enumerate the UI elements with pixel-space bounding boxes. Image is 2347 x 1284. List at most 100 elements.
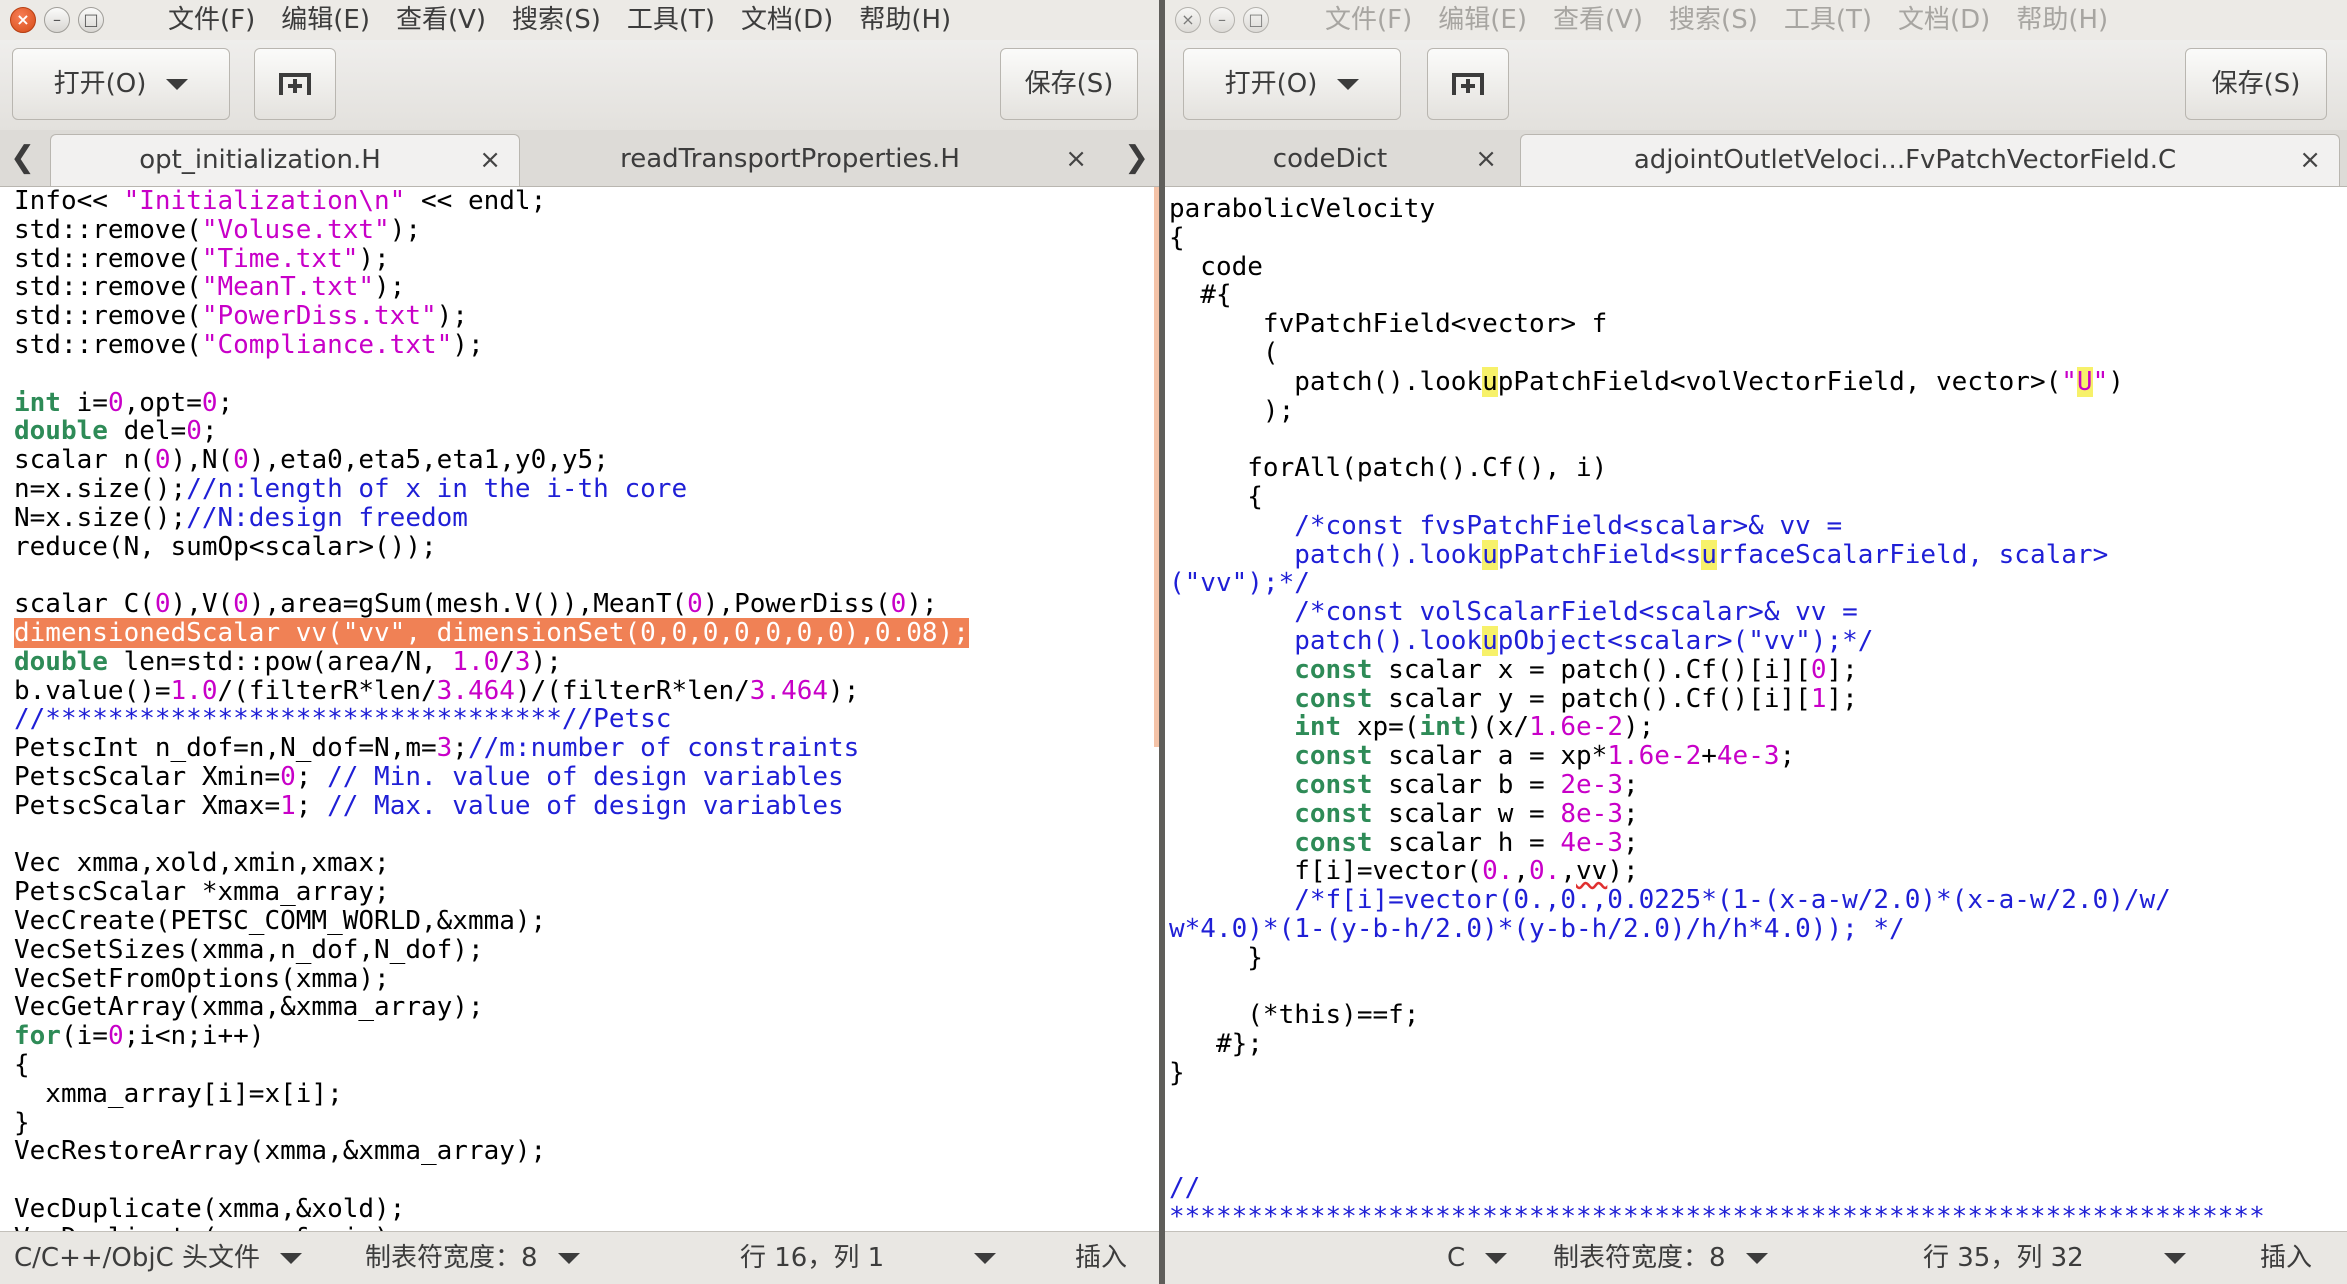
minimize-icon[interactable]: – [44,7,70,33]
code-line[interactable]: ****************************************… [1169,1202,2347,1232]
code-line[interactable]: f[i]=vector(0.,0.,vv); [1169,857,2347,886]
menu-documents[interactable]: 文档(D) [741,0,833,40]
code-line[interactable]: n=x.size();//n:length of x in the i-th c… [14,475,1159,504]
menu-search[interactable]: 搜索(S) [1669,0,1758,40]
code-line[interactable]: VecCreate(PETSC_COMM_WORLD,&xmma); [14,907,1159,936]
new-tab-button[interactable] [1427,48,1509,120]
code-line[interactable]: VecSetFromOptions(xmma); [14,964,1159,994]
maximize-icon[interactable]: □ [78,7,104,33]
tab-code-dict[interactable]: codeDict × [1195,134,1515,186]
save-button[interactable]: 保存(S) [2185,48,2327,120]
code-line[interactable]: PetscScalar *xmma_array; [14,878,1159,907]
code-line[interactable]: /*const fvsPatchField<scalar>& vv = [1169,511,2347,541]
code-line[interactable]: N=x.size();//N:design freedom [14,503,1159,533]
code-line[interactable]: const scalar b = 2e-3; [1169,771,2347,800]
save-button[interactable]: 保存(S) [1000,48,1138,120]
menu-edit[interactable]: 编辑(E) [1438,0,1527,40]
code-line[interactable] [1169,973,2347,1002]
code-line[interactable]: scalar n(0),N(0),eta0,eta5,eta1,y0,y5; [14,446,1159,475]
code-line[interactable] [1169,1117,2347,1146]
code-line[interactable]: Info<< "Initialization\n" << endl; [14,187,1159,216]
code-line[interactable]: double len=std::pow(area/N, 1.0/3); [14,647,1159,677]
close-tab-icon[interactable]: × [1475,134,1497,184]
code-line[interactable]: fvPatchField<vector> f [1169,310,2347,339]
code-line[interactable]: { [14,1051,1159,1080]
close-icon[interactable]: × [10,7,36,33]
code-line[interactable]: for(i=0;i<n;i++) [14,1022,1159,1051]
chevron-right-icon[interactable]: ❯ [1124,140,1149,176]
menu-documents[interactable]: 文档(D) [1898,0,1990,40]
code-line[interactable]: b.value()=1.0/(filterR*len/3.464)/(filte… [14,676,1159,706]
tab-read-transport-properties[interactable]: readTransportProperties.H × [525,134,1105,186]
menu-help[interactable]: 帮助(H) [2016,0,2108,40]
code-line[interactable]: } [1169,943,2347,973]
code-line[interactable]: scalar C(0),V(0),area=gSum(mesh.V()),Mea… [14,590,1159,619]
code-line[interactable]: parabolicVelocity [1169,195,2347,224]
language-selector[interactable]: C [1447,1232,1508,1284]
chevron-left-icon[interactable]: ❮ [10,140,35,176]
code-line[interactable]: const scalar w = 8e-3; [1169,799,2347,829]
code-line[interactable]: patch().lookupPatchField<surfaceScalarFi… [1169,539,2347,570]
code-line[interactable]: std::remove("MeanT.txt"); [14,273,1159,302]
menu-file[interactable]: 文件(F) [168,0,255,40]
code-line[interactable] [14,821,1159,850]
close-icon[interactable]: × [1175,7,1201,33]
tab-width-selector[interactable]: 制表符宽度：8 [365,1232,580,1284]
insert-mode[interactable]: 插入 [1075,1232,1127,1284]
code-line[interactable]: double del=0; [14,417,1159,446]
code-line[interactable]: { [1169,223,2347,253]
code-line[interactable]: PetscInt n_dof=n,N_dof=N,m=3;//m:number … [14,734,1159,763]
code-line[interactable]: forAll(patch().Cf(), i) [1169,454,2347,483]
code-line[interactable]: int i=0,opt=0; [14,388,1159,418]
code-line[interactable]: std::remove("PowerDiss.txt"); [14,302,1159,331]
code-line[interactable] [1169,1145,2347,1174]
code-line[interactable]: dimensionedScalar vv("vv", dimensionSet(… [14,617,1159,648]
code-line[interactable]: ); [1169,396,2347,426]
menu-tools[interactable]: 工具(T) [1784,0,1872,40]
code-line[interactable]: } [1169,1059,2347,1088]
menu-view[interactable]: 查看(V) [1553,0,1643,40]
cursor-position[interactable]: 行 16，列 1 [740,1232,997,1284]
menu-search[interactable]: 搜索(S) [512,0,601,40]
code-line[interactable]: const scalar a = xp*1.6e-2+4e-3; [1169,742,2347,771]
code-line[interactable]: #}; [1169,1030,2347,1059]
code-line[interactable]: PetscScalar Xmin=0; // Min. value of des… [14,763,1159,792]
menu-edit[interactable]: 编辑(E) [281,0,370,40]
code-line[interactable] [1169,425,2347,454]
code-line[interactable]: //*********************************//Pet… [14,705,1159,734]
cursor-position[interactable]: 行 35，列 32 [1923,1232,2186,1284]
code-line[interactable]: code [1169,252,2347,282]
insert-mode[interactable]: 插入 [2260,1232,2312,1284]
code-editor[interactable]: Info<< "Initialization\n" << endl; std::r… [0,187,1159,1232]
code-line[interactable] [1169,1088,2347,1117]
code-line[interactable]: ("vv");*/ [1169,569,2347,598]
code-line[interactable] [14,1166,1159,1195]
menu-help[interactable]: 帮助(H) [859,0,951,40]
code-line[interactable]: PetscScalar Xmax=1; // Max. value of des… [14,791,1159,821]
code-line[interactable]: VecGetArray(xmma,&xmma_array); [14,993,1159,1022]
code-line[interactable]: ( [1169,339,2347,368]
close-tab-icon[interactable]: × [479,135,501,185]
code-line[interactable]: } [14,1108,1159,1138]
code-line[interactable]: const scalar y = patch().Cf()[i][1]; [1169,684,2347,714]
minimize-icon[interactable]: – [1209,7,1235,33]
code-text[interactable]: Info<< "Initialization\n" << endl; std::r… [14,187,1159,1232]
code-line[interactable]: VecDuplicate(xmma,&xold); [14,1194,1159,1224]
open-button[interactable]: 打开(O) [1183,48,1401,120]
code-line[interactable]: std::remove("Voluse.txt"); [14,215,1159,245]
code-line[interactable]: (*this)==f; [1169,1001,2347,1030]
code-line[interactable]: const scalar x = patch().Cf()[i][0]; [1169,655,2347,685]
tab-adjoint-outlet-velocity[interactable]: adjointOutletVeloci...FvPatchVectorField… [1520,134,2340,186]
code-line[interactable]: { [1169,483,2347,512]
code-line[interactable]: const scalar h = 4e-3; [1169,828,2347,858]
language-selector[interactable]: C/C++/ObjC 头文件 [14,1232,303,1284]
code-line[interactable]: int xp=(int)(x/1.6e-2); [1169,713,2347,742]
code-editor[interactable]: parabolicVelocity{ code #{ fvPatchField<… [1165,187,2347,1232]
code-text[interactable]: parabolicVelocity{ code #{ fvPatchField<… [1169,195,2347,1232]
open-button[interactable]: 打开(O) [12,48,230,120]
code-line[interactable]: xmma_array[i]=x[i]; [14,1079,1159,1109]
code-line[interactable]: std::remove("Compliance.txt"); [14,331,1159,360]
menu-tools[interactable]: 工具(T) [627,0,715,40]
tab-opt-initialization[interactable]: opt_initialization.H × [50,134,520,186]
close-tab-icon[interactable]: × [2299,135,2321,185]
